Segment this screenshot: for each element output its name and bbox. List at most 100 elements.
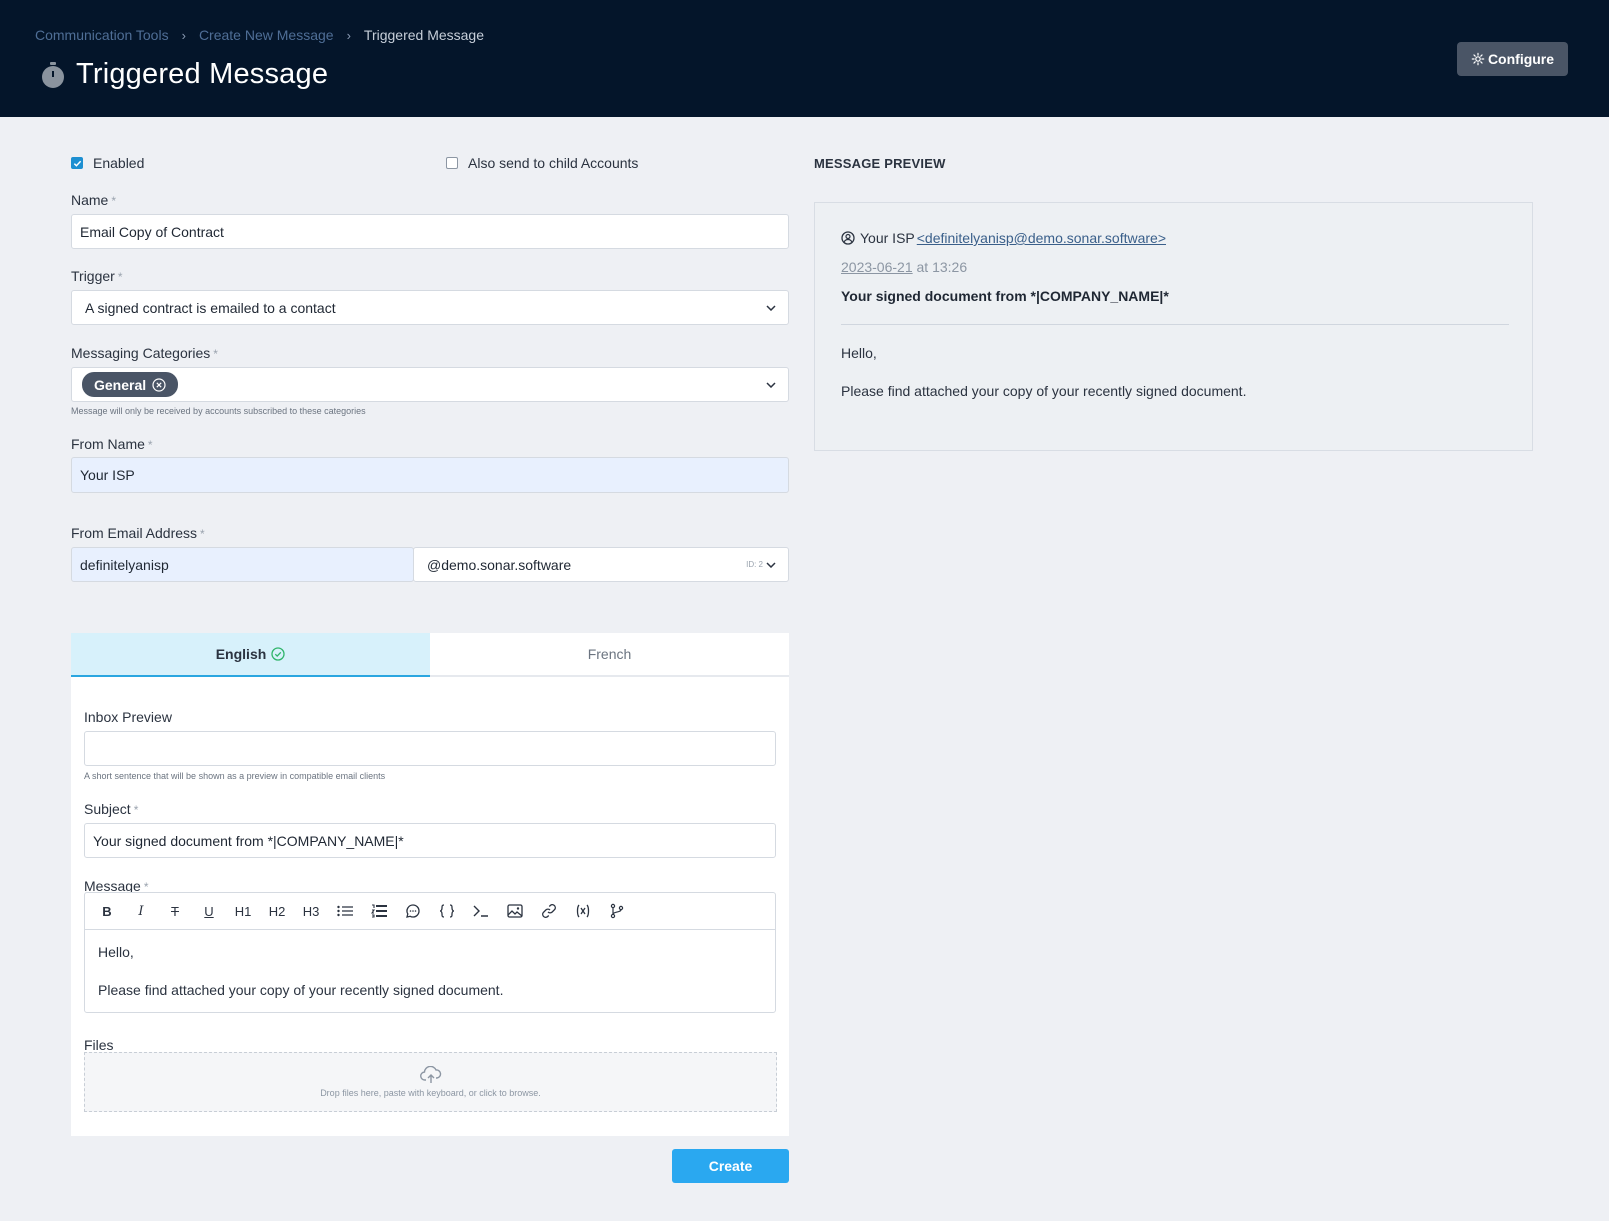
- branch-icon: [610, 903, 624, 919]
- branch-button[interactable]: [600, 896, 634, 926]
- from-email-local-input[interactable]: definitelyanisp: [71, 547, 414, 582]
- from-email-domain-select[interactable]: @demo.sonar.software ID: 2: [413, 547, 789, 582]
- category-tag-general: General: [82, 372, 179, 397]
- child-accounts-label: Also send to child Accounts: [468, 155, 639, 171]
- inbox-preview-hint: A short sentence that will be shown as a…: [84, 771, 386, 781]
- breadcrumb-create-new-message[interactable]: Create New Message: [199, 27, 334, 43]
- trigger-value: A signed contract is emailed to a contac…: [85, 299, 336, 316]
- tab-english[interactable]: English: [71, 633, 430, 677]
- preview-from: Your ISP <definitelyanisp@demo.sonar.sof…: [841, 230, 1166, 246]
- ordered-list-button[interactable]: [362, 896, 396, 926]
- remove-circle-icon[interactable]: [152, 377, 166, 392]
- variable-button[interactable]: [566, 896, 600, 926]
- from-name-input[interactable]: Your ISP: [71, 457, 789, 493]
- breadcrumb-separator-icon: ›: [346, 27, 351, 43]
- code-block-button[interactable]: [430, 896, 464, 926]
- editor-toolbar: B I T U H1 H2 H3: [85, 893, 775, 930]
- user-circle-icon: [841, 231, 855, 245]
- preview-body-line: Hello,: [841, 345, 877, 361]
- create-button[interactable]: Create: [672, 1149, 789, 1183]
- from-email-label: From Email Address *: [71, 525, 205, 541]
- page-title: Triggered Message: [76, 58, 329, 90]
- language-content-panel: English French Inbox Preview A short sen…: [71, 633, 789, 1136]
- terminal-icon: [473, 905, 488, 917]
- preview-date: 2023-06-21 at 13:26: [841, 259, 967, 275]
- image-icon: [507, 904, 523, 918]
- preview-body-line: Please find attached your copy of your r…: [841, 383, 1247, 399]
- preview-subject: Your signed document from *|COMPANY_NAME…: [841, 288, 1169, 304]
- child-accounts-checkbox-row[interactable]: Also send to child Accounts: [446, 155, 638, 171]
- chevron-down-icon: [766, 561, 776, 568]
- from-name-label: From Name *: [71, 436, 153, 452]
- ordered-list-icon: [371, 904, 387, 918]
- message-preview-card: Your ISP <definitelyanisp@demo.sonar.sof…: [814, 202, 1533, 451]
- underline-button[interactable]: U: [192, 896, 226, 926]
- strikethrough-button[interactable]: T: [158, 896, 192, 926]
- link-button[interactable]: [532, 896, 566, 926]
- comment-button[interactable]: [396, 896, 430, 926]
- subject-label: Subject *: [84, 801, 139, 817]
- gear-icon: [1471, 52, 1485, 66]
- preview-from-name: Your ISP: [860, 230, 915, 246]
- link-icon: [542, 904, 556, 918]
- stopwatch-icon: [42, 61, 64, 88]
- variable-icon: [576, 904, 590, 918]
- name-input[interactable]: Email Copy of Contract: [71, 214, 789, 249]
- message-line: Please find attached your copy of your r…: [98, 982, 504, 998]
- configure-label: Configure: [1487, 51, 1555, 67]
- inbox-preview-input[interactable]: [84, 731, 776, 766]
- categories-label: Messaging Categories *: [71, 345, 218, 361]
- trigger-label: Trigger *: [71, 268, 123, 284]
- preview-divider: [841, 324, 1509, 325]
- subject-value: Your signed document from *|COMPANY_NAME…: [93, 832, 404, 849]
- preview-time-value: at 13:26: [916, 259, 968, 275]
- breadcrumb-communication-tools[interactable]: Communication Tools: [35, 27, 169, 43]
- domain-id-badge: ID: 2: [746, 560, 763, 569]
- check-icon: [73, 160, 81, 167]
- inline-code-button[interactable]: [464, 896, 498, 926]
- preview-body: Hello, Please find attached your copy of…: [841, 344, 1246, 401]
- tab-english-label: English: [215, 646, 267, 662]
- trigger-select[interactable]: A signed contract is emailed to a contac…: [71, 290, 789, 325]
- preview-heading: MESSAGE PREVIEW: [814, 156, 946, 171]
- from-name-value: Your ISP: [80, 467, 135, 483]
- bullet-list-icon: [337, 905, 353, 917]
- enabled-label: Enabled: [93, 155, 145, 171]
- speech-bubble-icon: [406, 904, 420, 918]
- tab-french[interactable]: French: [430, 633, 789, 677]
- breadcrumb-separator-icon: ›: [181, 27, 186, 43]
- tab-french-label: French: [587, 646, 632, 662]
- dropzone-text: Drop files here, paste with keyboard, or…: [320, 1088, 541, 1098]
- enabled-checkbox-row[interactable]: Enabled: [71, 155, 144, 171]
- from-email-local-value: definitelyanisp: [80, 556, 169, 573]
- breadcrumb-current: Triggered Message: [363, 27, 484, 43]
- chevron-down-icon: [766, 304, 776, 311]
- preview-date-value: 2023-06-21: [841, 259, 913, 275]
- child-accounts-checkbox[interactable]: [446, 157, 458, 169]
- message-editor: B I T U H1 H2 H3 Hello, Please find atta…: [84, 892, 776, 1013]
- braces-icon: [439, 904, 455, 918]
- italic-button[interactable]: I: [124, 896, 158, 926]
- heading1-button[interactable]: H1: [226, 896, 260, 926]
- categories-select[interactable]: General: [71, 367, 789, 402]
- heading2-button[interactable]: H2: [260, 896, 294, 926]
- enabled-checkbox[interactable]: [71, 157, 83, 169]
- preview-from-email[interactable]: <definitelyanisp@demo.sonar.software>: [917, 230, 1166, 246]
- subject-input[interactable]: Your signed document from *|COMPANY_NAME…: [84, 823, 776, 858]
- file-dropzone[interactable]: Drop files here, paste with keyboard, or…: [84, 1052, 777, 1112]
- cloud-upload-icon: [419, 1066, 441, 1083]
- inbox-preview-label: Inbox Preview: [84, 709, 172, 725]
- breadcrumb: Communication Tools › Create New Message…: [35, 27, 484, 43]
- message-body[interactable]: Hello, Please find attached your copy of…: [85, 930, 775, 1013]
- check-circle-icon: [271, 647, 285, 661]
- chevron-down-icon: [766, 381, 776, 388]
- page-header: Communication Tools › Create New Message…: [0, 0, 1609, 117]
- image-button[interactable]: [498, 896, 532, 926]
- heading3-button[interactable]: H3: [294, 896, 328, 926]
- from-email-domain-value: @demo.sonar.software: [427, 556, 572, 573]
- name-label: Name *: [71, 192, 117, 208]
- configure-button[interactable]: Configure: [1457, 42, 1568, 76]
- bold-button[interactable]: B: [90, 896, 124, 926]
- name-value: Email Copy of Contract: [80, 223, 224, 240]
- bullet-list-button[interactable]: [328, 896, 362, 926]
